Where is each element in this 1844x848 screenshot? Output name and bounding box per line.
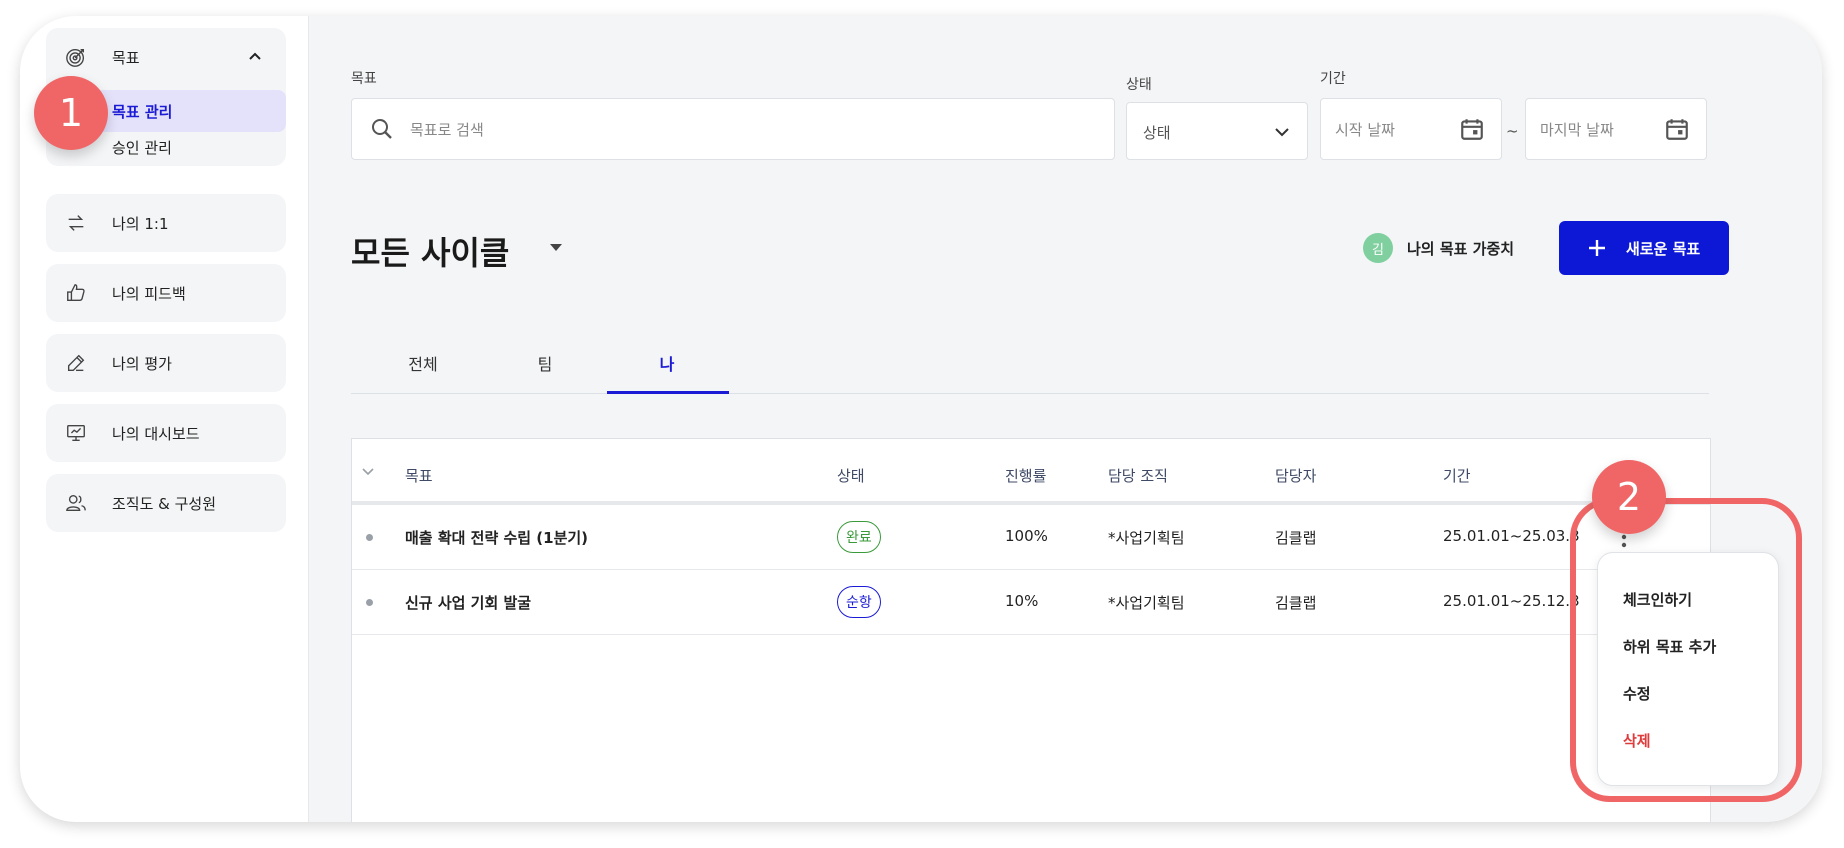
- goal-weight-link[interactable]: 나의 목표 가중치: [1407, 238, 1514, 259]
- progress-value: 100%: [1005, 527, 1048, 545]
- status-select-value: 상태: [1143, 124, 1171, 142]
- org-value: *사업기획팀: [1108, 529, 1185, 547]
- new-goal-button[interactable]: 새로운 목표: [1559, 221, 1729, 275]
- column-header-status[interactable]: 상태: [837, 465, 865, 486]
- chevron-up-icon[interactable]: [246, 48, 264, 66]
- sidebar-item-label: 목표: [112, 48, 140, 67]
- sidebar-item-label: 나의 피드백: [112, 284, 186, 303]
- owner-value: 김클랩: [1275, 594, 1317, 612]
- sidebar-item-org-chart[interactable]: 조직도 & 구성원: [46, 474, 286, 532]
- sidebar-item-my-dashboard[interactable]: 나의 대시보드: [46, 404, 286, 462]
- caret-down-icon[interactable]: [548, 241, 564, 253]
- plus-icon: [1589, 240, 1605, 256]
- start-date-placeholder: 시작 날짜: [1335, 121, 1395, 139]
- row-bullet: [366, 534, 373, 541]
- sidebar-item-label: 나의 평가: [112, 354, 172, 373]
- sidebar-item-label: 나의 1:1: [112, 214, 169, 233]
- sidebar-item-label: 나의 대시보드: [112, 424, 200, 443]
- avatar: 김: [1363, 233, 1393, 263]
- goal-title[interactable]: 매출 확대 전략 수립 (1분기): [405, 527, 588, 548]
- calendar-icon[interactable]: [1664, 116, 1690, 142]
- status-select[interactable]: 상태: [1126, 102, 1308, 160]
- tab-team[interactable]: 팀: [485, 351, 605, 375]
- goal-filter-label: 목표: [351, 71, 377, 87]
- active-tab-indicator: [607, 391, 729, 394]
- column-header-progress[interactable]: 진행률: [1005, 465, 1046, 486]
- annotation-highlight: [1570, 498, 1802, 802]
- date-separator: ~: [1506, 122, 1519, 140]
- target-icon: [64, 45, 88, 69]
- goals-table: 목표 상태 진행률 담당 조직 담당자 기간 매출 확대 전략 수립 (1분기)…: [351, 438, 1711, 822]
- column-header-goal[interactable]: 목표: [405, 465, 433, 486]
- tab-me[interactable]: 나: [607, 351, 727, 375]
- table-row[interactable]: 신규 사업 기회 발굴 순항 10% *사업기획팀 김클랩 25.01.01~2…: [352, 570, 1710, 635]
- progress-value: 10%: [1005, 592, 1039, 610]
- table-row[interactable]: 매출 확대 전략 수립 (1분기) 완료 100% *사업기획팀 김클랩 25.…: [352, 505, 1710, 570]
- chevron-down-icon: [1275, 128, 1289, 137]
- search-icon: [372, 119, 392, 139]
- start-date-input[interactable]: 시작 날짜: [1320, 98, 1502, 160]
- thumbs-up-icon: [64, 281, 88, 305]
- page-title: 모든 사이클: [351, 234, 510, 272]
- people-icon: [64, 491, 88, 515]
- org-value: *사업기획팀: [1108, 594, 1185, 612]
- column-header-owner[interactable]: 담당자: [1275, 465, 1316, 486]
- search-placeholder: 목표로 검색: [410, 121, 484, 139]
- sidebar-item-my-one-on-one[interactable]: 나의 1:1: [46, 194, 286, 252]
- row-bullet: [366, 599, 373, 606]
- status-filter-label: 상태: [1126, 77, 1152, 93]
- sidebar-item-my-feedback[interactable]: 나의 피드백: [46, 264, 286, 322]
- period-filter-label: 기간: [1320, 71, 1346, 87]
- status-badge: 완료: [837, 521, 881, 553]
- pen-icon: [64, 351, 88, 375]
- swap-arrows-icon: [64, 211, 88, 235]
- column-header-org[interactable]: 담당 조직: [1108, 465, 1168, 486]
- owner-value: 김클랩: [1275, 529, 1317, 547]
- goal-search-input[interactable]: 목표로 검색: [351, 98, 1115, 160]
- goal-title[interactable]: 신규 사업 기회 발굴: [405, 592, 531, 613]
- presentation-board-icon: [64, 421, 88, 445]
- end-date-input[interactable]: 마지막 날짜: [1525, 98, 1707, 160]
- app-window: 목표 목표 관리 승인 관리 나의 1:1 나의 피드백 나의 평가 나의 대시…: [20, 16, 1822, 822]
- period-value: 25.01.01~25.12.3: [1443, 592, 1580, 610]
- collapse-all-icon[interactable]: [360, 463, 376, 479]
- sidebar-item-my-evaluation[interactable]: 나의 평가: [46, 334, 286, 392]
- sidebar-item-label: 조직도 & 구성원: [112, 494, 217, 513]
- tab-all[interactable]: 전체: [363, 351, 483, 375]
- table-header: 목표 상태 진행률 담당 조직 담당자 기간: [352, 439, 1710, 505]
- calendar-icon[interactable]: [1459, 116, 1485, 142]
- new-goal-label: 새로운 목표: [1626, 240, 1701, 258]
- end-date-placeholder: 마지막 날짜: [1540, 121, 1614, 139]
- period-value: 25.01.01~25.03.3: [1443, 527, 1580, 545]
- step-marker-2: 2: [1592, 460, 1666, 534]
- step-marker-1: 1: [34, 76, 108, 150]
- tabs-divider: [351, 393, 1709, 394]
- column-header-period[interactable]: 기간: [1443, 465, 1471, 486]
- status-badge: 순항: [837, 586, 881, 618]
